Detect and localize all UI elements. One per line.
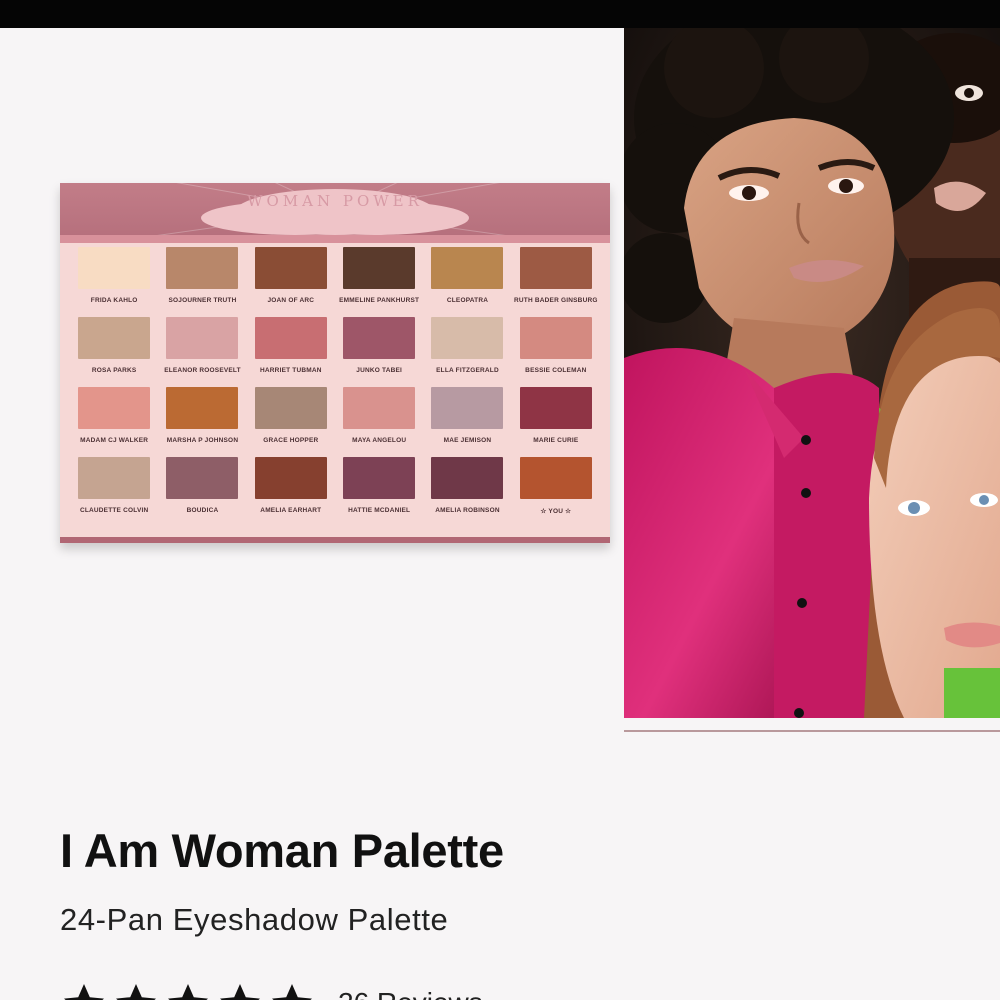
palette-lid: WOMAN POWER: [60, 183, 610, 241]
shade-name: MARSHA P JOHNSON: [166, 437, 239, 444]
palette-rim: [60, 235, 610, 243]
shade-name: ☆ YOU ☆: [540, 508, 572, 515]
shade-cell: JUNKO TABEI: [335, 317, 423, 387]
shade-name: MAE JEMISON: [443, 437, 492, 444]
shade-name: RUTH BADER GINSBURG: [514, 297, 598, 304]
shade-pan: [343, 387, 416, 429]
shade-pan: [431, 387, 504, 429]
palette-edge: [60, 537, 610, 543]
product-subtitle: 24-Pan Eyeshadow Palette: [60, 902, 449, 937]
shade-cell: SOJOURNER TRUTH: [158, 247, 246, 317]
star-icon: [272, 984, 312, 1000]
shade-grid: FRIDA KAHLO SOJOURNER TRUTH JOAN OF ARC EMM…: [70, 247, 600, 527]
shade-name: BESSIE COLEMAN: [525, 367, 587, 374]
shade-cell: MARIE CURIE: [512, 387, 600, 457]
shade-cell: FRIDA KAHLO: [70, 247, 158, 317]
shade-cell: AMELIA EARHART: [247, 457, 335, 527]
shade-cell: EMMELINE PANKHURST: [335, 247, 423, 317]
shade-pan: [78, 317, 151, 359]
shade-cell: HARRIET TUBMAN: [247, 317, 335, 387]
models-illustration: [624, 28, 1000, 718]
palette-product-image[interactable]: WOMAN POWER FRIDA KAHLO SOJOURNER TRUTH JO…: [60, 183, 610, 543]
shade-pan: [519, 247, 592, 289]
shade-pan: [431, 317, 504, 359]
shade-pan: [343, 457, 416, 499]
shade-name: CLAUDETTE COLVIN: [79, 507, 149, 514]
rating-summary[interactable]: 26 Reviews: [60, 980, 483, 1000]
shade-cell: MAYA ANGELOU: [335, 387, 423, 457]
shade-pan: [343, 247, 416, 289]
shade-cell: CLEOPATRA: [423, 247, 511, 317]
shade-cell: MAE JEMISON: [423, 387, 511, 457]
shade-cell: ROSA PARKS: [70, 317, 158, 387]
shade-name: FRIDA KAHLO: [90, 297, 138, 304]
top-bar: [0, 0, 1000, 28]
shade-pan: [78, 247, 151, 289]
reviews-link[interactable]: 26 Reviews: [338, 987, 483, 1000]
shade-cell: BESSIE COLEMAN: [512, 317, 600, 387]
shade-cell: ELLA FITZGERALD: [423, 317, 511, 387]
shade-pan: [166, 387, 239, 429]
shade-pan: [78, 387, 151, 429]
shade-name: HATTIE MCDANIEL: [348, 507, 411, 514]
shade-name: AMELIA EARHART: [260, 507, 322, 514]
star-icon: [168, 984, 208, 1000]
shade-pan: [431, 247, 504, 289]
shade-pan: [519, 457, 592, 499]
shade-pan: [254, 387, 327, 429]
shade-name: CLEOPATRA: [446, 297, 489, 304]
shade-pan: [519, 387, 592, 429]
shade-name: BOUDICA: [186, 507, 219, 514]
shade-name: GRACE HOPPER: [263, 437, 319, 444]
shade-pan: [166, 457, 239, 499]
shade-pan: [343, 317, 416, 359]
shade-name: MAYA ANGELOU: [352, 437, 407, 444]
model-photo[interactable]: [624, 28, 1000, 718]
shade-name: MADAM CJ WALKER: [80, 437, 149, 444]
star-icon: [116, 984, 156, 1000]
shade-pan: [431, 457, 504, 499]
shade-cell: JOAN OF ARC: [247, 247, 335, 317]
shade-name: JOAN OF ARC: [267, 297, 315, 304]
star-icon: [64, 984, 104, 1000]
shade-cell: ☆ YOU ☆: [512, 457, 600, 527]
shade-cell: HATTIE MCDANIEL: [335, 457, 423, 527]
shade-pan: [78, 457, 151, 499]
shade-cell: RUTH BADER GINSBURG: [512, 247, 600, 317]
shade-cell: MARSHA P JOHNSON: [158, 387, 246, 457]
shade-cell: MADAM CJ WALKER: [70, 387, 158, 457]
star-rating: [60, 980, 316, 1000]
star-icon: [220, 984, 260, 1000]
shade-pan: [166, 247, 239, 289]
shade-cell: ELEANOR ROOSEVELT: [158, 317, 246, 387]
shade-pan: [519, 317, 592, 359]
product-title: I Am Woman Palette: [60, 824, 504, 877]
shade-cell: GRACE HOPPER: [247, 387, 335, 457]
shade-name: HARRIET TUBMAN: [260, 367, 322, 374]
shade-name: SOJOURNER TRUTH: [168, 297, 237, 304]
shade-name: ELLA FITZGERALD: [436, 367, 499, 374]
lid-text: WOMAN POWER: [247, 192, 423, 210]
shade-name: AMELIA ROBINSON: [435, 507, 500, 514]
shade-pan: [254, 247, 327, 289]
shade-pan: [254, 457, 327, 499]
shade-pan: [254, 317, 327, 359]
shade-cell: AMELIA ROBINSON: [423, 457, 511, 527]
shade-name: EMMELINE PANKHURST: [339, 297, 420, 304]
shade-name: JUNKO TABEI: [356, 367, 403, 374]
shade-name: ROSA PARKS: [91, 367, 137, 374]
shade-pan: [166, 317, 239, 359]
shade-name: ELEANOR ROOSEVELT: [164, 367, 241, 374]
shade-name: MARIE CURIE: [533, 437, 579, 444]
gallery-divider: [624, 730, 1000, 732]
shade-cell: CLAUDETTE COLVIN: [70, 457, 158, 527]
shade-cell: BOUDICA: [158, 457, 246, 527]
